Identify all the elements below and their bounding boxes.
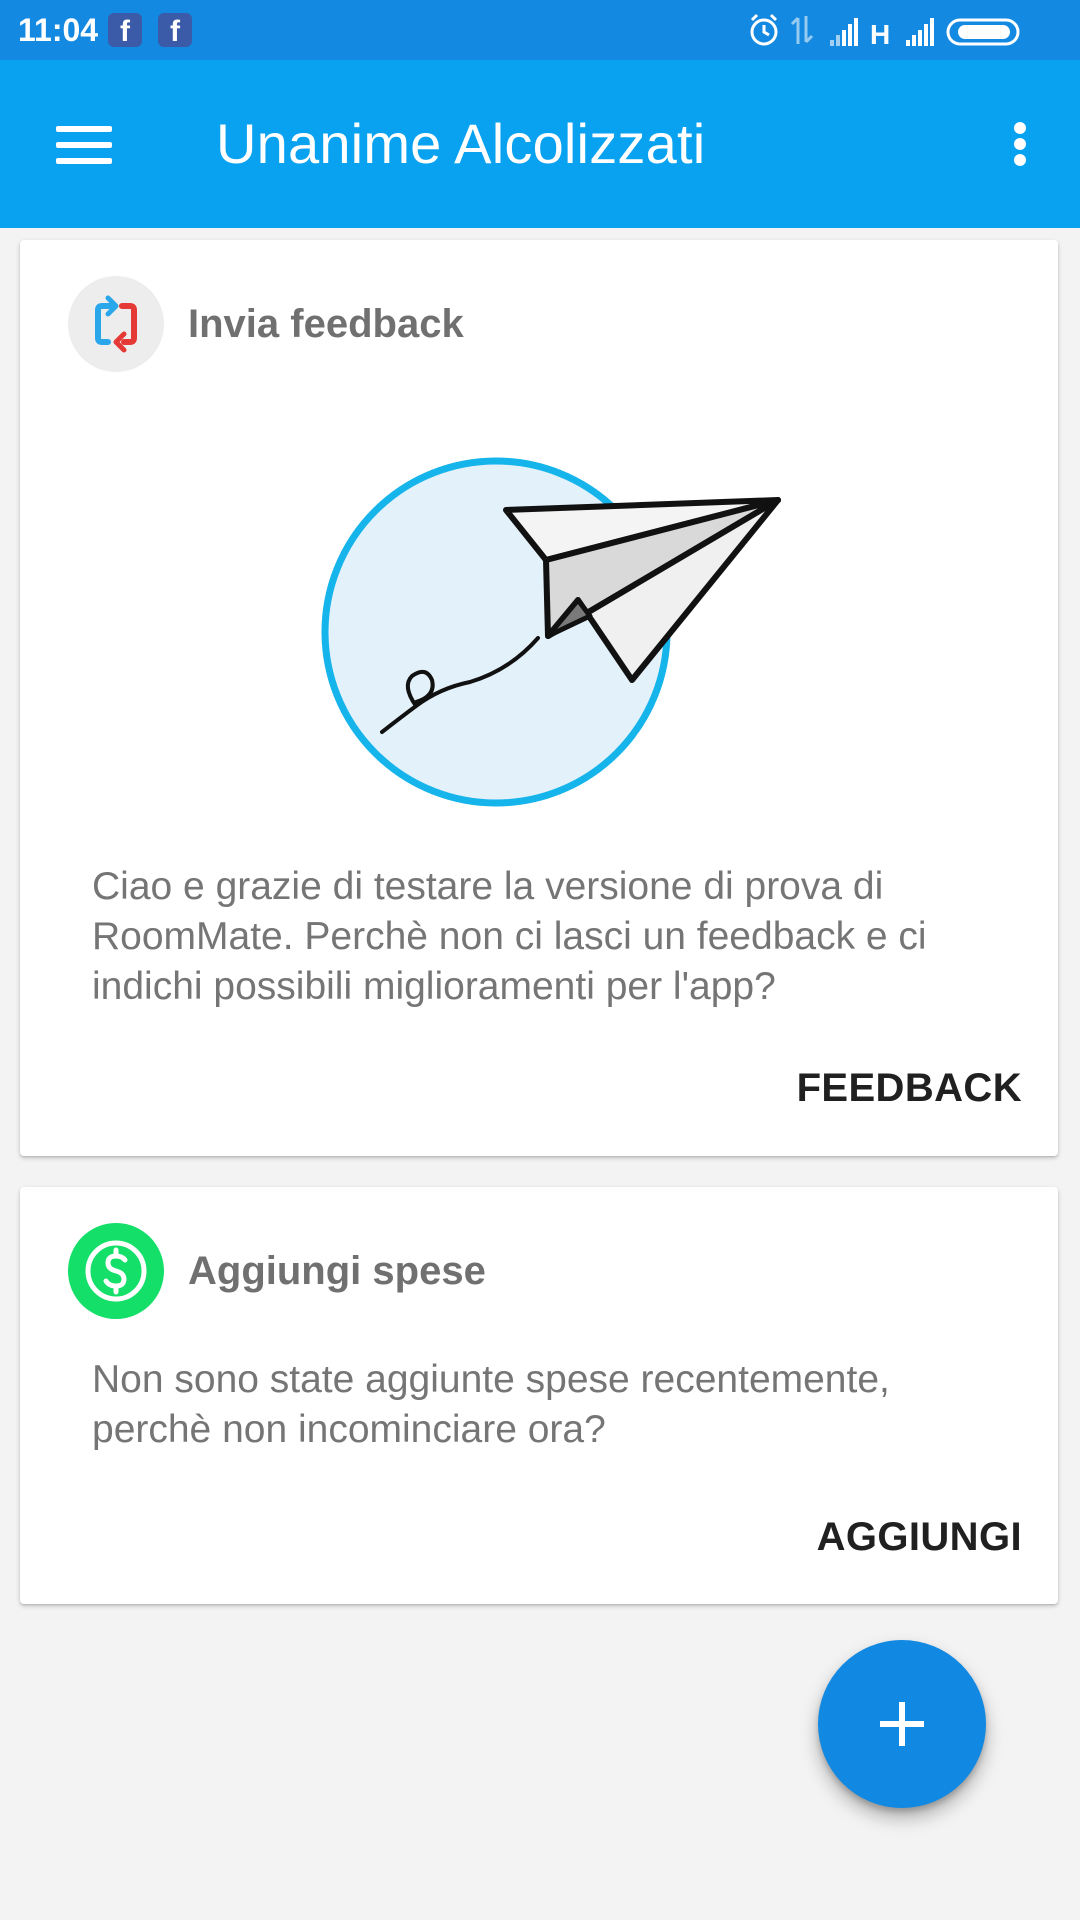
hamburger-menu-icon[interactable] [40, 106, 128, 182]
facebook-icon: f [158, 13, 192, 48]
facebook-icon: f [108, 13, 142, 48]
status-bar: 11:04 f f H [0, 0, 1080, 60]
more-vert-icon[interactable] [988, 106, 1052, 182]
add-fab-button[interactable] [818, 1640, 986, 1808]
add-expense-button[interactable]: AGGIUNGI [817, 1509, 1022, 1565]
data-arrows-icon [790, 16, 814, 44]
network-type-label: H [870, 19, 890, 50]
signal-icon [830, 18, 858, 46]
battery-icon [946, 18, 1020, 46]
card-title: Invia feedback [188, 302, 464, 346]
plus-icon [880, 1702, 924, 1746]
status-time: 11:04 [18, 12, 99, 48]
feedback-card: Invia feedback Ciao e grazie di testare … [20, 240, 1058, 1156]
dollar-icon [68, 1223, 164, 1319]
paper-plane-icon [321, 457, 781, 807]
page-title: Unanime Alcolizzati [216, 112, 706, 175]
feedback-button[interactable]: FEEDBACK [797, 1060, 1022, 1116]
alarm-icon [750, 13, 778, 46]
expenses-card: Aggiungi spese Non sono state aggiunte s… [20, 1187, 1058, 1604]
app-bar: Unanime Alcolizzati [0, 60, 1080, 228]
card-body-text: Ciao e grazie di testare la versione di … [92, 865, 927, 1008]
card-body-text: Non sono state aggiunte spese recentemen… [92, 1358, 890, 1451]
signal-icon [906, 18, 934, 46]
status-icons: H [750, 13, 1020, 50]
sync-arrows-icon [68, 276, 164, 372]
card-title: Aggiungi spese [188, 1249, 486, 1293]
